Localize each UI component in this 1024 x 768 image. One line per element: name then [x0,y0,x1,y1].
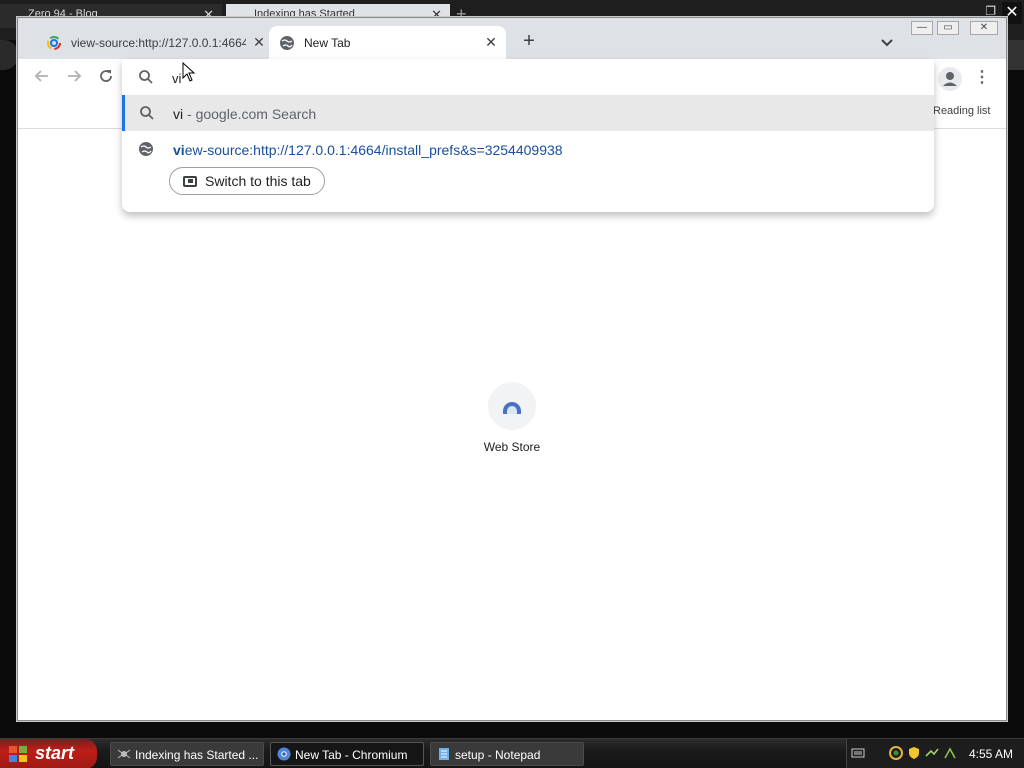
chromium-icon [277,747,291,761]
shield-icon[interactable] [907,746,921,760]
background-back-button[interactable] [0,40,18,70]
taskbar-item-notepad[interactable]: setup - Notepad [430,742,584,766]
suggestion-match: vi [173,142,185,158]
taskbar-item-indexing[interactable]: Indexing has Started ... [110,742,264,766]
suggestion-search[interactable]: vi - google.com Search [122,95,934,131]
maximize-button[interactable]: ▭ [937,21,959,35]
profile-button[interactable] [938,67,962,91]
omnibox[interactable] [122,59,934,95]
shortcut-web-store[interactable]: Web Store [472,382,552,454]
suggestion-url-text: ew-source:http://127.0.0.1:4664/install_… [184,142,563,158]
tab-strip: view-source:http://127.0.0.1:4664/i ✕ Ne… [18,18,1006,59]
start-button[interactable]: start [0,739,97,768]
network-icon[interactable] [925,746,939,760]
close-icon[interactable]: ✕ [482,33,500,51]
start-label: start [35,743,75,763]
person-icon [943,72,957,86]
tab-title: view-source:http://127.0.0.1:4664/i [71,36,246,50]
taskbar-item-label: New Tab - Chromium [295,748,408,762]
tab-new-tab[interactable]: New Tab ✕ [269,26,506,59]
keyboard-icon[interactable] [851,746,865,760]
suggestion-text: vi - google.com Search [173,106,316,122]
minimize-button[interactable]: — [911,21,933,35]
spider-icon [117,749,131,759]
new-tab-page: Web Store [18,129,1006,720]
system-tray: 4:55 AM [846,739,1024,768]
notepad-icon [439,748,449,760]
search-icon [140,106,154,120]
mouse-cursor-icon [182,62,196,82]
windows-logo-icon [9,746,27,762]
suggestion-suffix: - google.com Search [183,106,317,122]
taskbar: start Indexing has Started ... New Tab -… [0,738,1024,768]
reload-button[interactable] [94,68,118,92]
reading-list-button[interactable]: Reading list [933,105,990,117]
suggestion-url[interactable]: view-source:http://127.0.0.1:4664/instal… [122,131,934,167]
arrow-right-icon [68,70,82,82]
close-window-button[interactable]: ✕ [970,21,998,35]
taskbar-item-label: Indexing has Started ... [135,748,259,762]
colorful-swirl-icon [47,36,61,50]
new-tab-button[interactable]: + [518,31,540,53]
omnibox-input[interactable] [172,68,772,88]
globe-icon [280,36,294,50]
back-button[interactable] [30,68,54,92]
tab-icon [183,176,197,187]
forward-button[interactable] [62,68,86,92]
taskbar-item-label: setup - Notepad [455,748,541,762]
search-icon [139,70,153,84]
web-store-icon [488,382,536,430]
restore-icon[interactable]: ❐ [985,4,996,18]
suggestion-query: vi [173,106,184,122]
switch-to-tab-button[interactable]: Switch to this tab [169,167,325,195]
arrow-left-icon [34,70,48,82]
chevron-down-icon[interactable] [878,33,896,51]
background-toolbar-edge [1007,40,1024,70]
suggestion-text: view-source:http://127.0.0.1:4664/instal… [173,142,563,158]
tab-view-source[interactable]: view-source:http://127.0.0.1:4664/i ✕ [24,26,268,59]
shortcut-label: Web Store [483,440,541,454]
reload-icon [100,70,112,82]
chrome-tray-icon[interactable] [889,746,903,760]
globe-icon [139,142,153,156]
connection-icon[interactable] [943,746,957,760]
menu-button[interactable]: ⋮ [972,67,992,91]
taskbar-item-chromium[interactable]: New Tab - Chromium [270,742,424,766]
close-icon[interactable]: ✕ [250,33,268,51]
switch-to-tab-label: Switch to this tab [205,173,311,189]
omnibox-dropdown: vi - google.com Search view-source:http:… [122,59,934,212]
clock: 4:55 AM [969,747,1014,761]
tab-title: New Tab [304,36,351,50]
